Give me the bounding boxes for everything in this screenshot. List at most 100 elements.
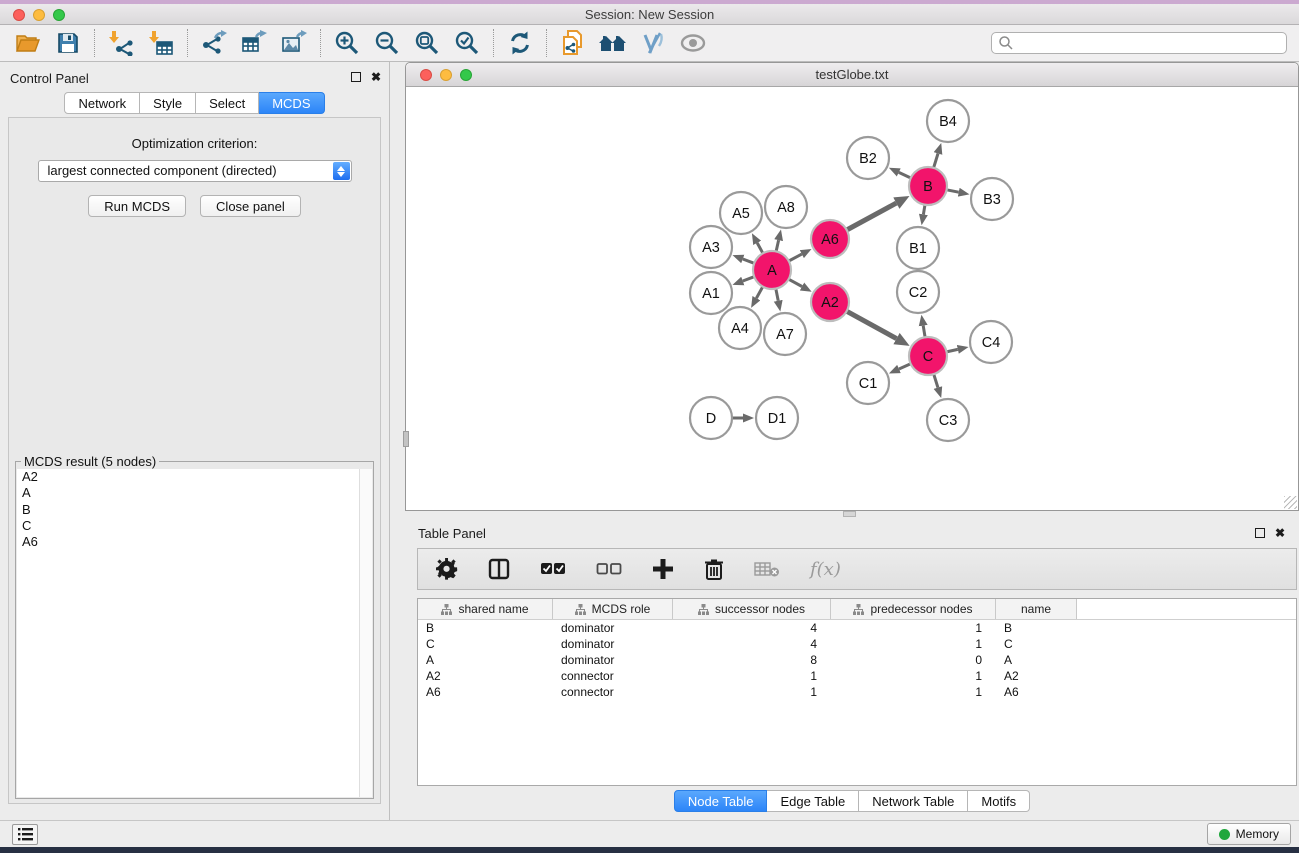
table-cell[interactable]: B [418, 621, 553, 635]
table-cell[interactable]: C [996, 637, 1077, 651]
network-canvas[interactable]: ABCA2A6A1A3A4A5A7A8B1B2B3B4C1C2C3C4DD1 [406, 87, 1298, 510]
mcds-result-item[interactable]: A6 [17, 534, 372, 550]
graph-edge-A-A8[interactable] [776, 240, 779, 251]
graph-node-B4[interactable]: B4 [927, 100, 969, 142]
table-row[interactable]: Adominator80A [418, 652, 1296, 668]
graph-node-A[interactable]: A [753, 251, 791, 289]
table-cell[interactable]: dominator [553, 637, 673, 651]
node-table[interactable]: shared nameMCDS rolesuccessor nodesprede… [417, 598, 1297, 786]
graph-edge-C-C4[interactable] [947, 349, 958, 352]
graph-node-B2[interactable]: B2 [847, 137, 889, 179]
split-view-icon[interactable] [488, 558, 510, 580]
memory-button[interactable]: Memory [1207, 823, 1291, 845]
column-header-MCDS-role[interactable]: MCDS role [553, 599, 673, 619]
resize-grip-icon[interactable] [1284, 496, 1297, 509]
settings-gear-icon[interactable] [436, 558, 458, 580]
graph-node-A4[interactable]: A4 [719, 307, 761, 349]
export-network-icon[interactable] [194, 27, 234, 59]
table-cell[interactable]: B [996, 621, 1077, 635]
mcds-result-item[interactable]: B [17, 502, 372, 518]
table-cell[interactable]: 8 [673, 653, 831, 667]
float-panel-icon[interactable] [351, 72, 361, 82]
graph-node-C4[interactable]: C4 [970, 321, 1012, 363]
graph-edge-B-B2[interactable] [899, 172, 911, 178]
table-cell[interactable]: 4 [673, 637, 831, 651]
splitter-grip[interactable] [403, 431, 409, 447]
search-box[interactable] [991, 32, 1287, 54]
graph-edge-C-C2[interactable] [923, 326, 925, 338]
minimize-window-button[interactable] [33, 9, 45, 21]
graph-edge-A-A4[interactable] [756, 287, 762, 299]
table-row[interactable]: Bdominator41B [418, 620, 1296, 636]
graph-node-C[interactable]: C [909, 337, 947, 375]
graph-edge-B-B1[interactable] [923, 205, 925, 215]
table-row[interactable]: Cdominator41C [418, 636, 1296, 652]
home-icon[interactable] [593, 27, 633, 59]
duplicate-network-icon[interactable] [553, 27, 593, 59]
graph-edge-B-B3[interactable] [947, 190, 959, 192]
graph-node-A3[interactable]: A3 [690, 226, 732, 268]
table-cell[interactable]: A6 [418, 685, 553, 699]
graph-edge-C-C3[interactable] [934, 374, 938, 387]
close-panel-icon[interactable]: ✖ [371, 72, 381, 82]
import-table-icon[interactable] [141, 27, 181, 59]
column-header-name[interactable]: name [996, 599, 1077, 619]
table-cell[interactable]: 1 [673, 669, 831, 683]
table-cell[interactable]: dominator [553, 621, 673, 635]
table-tab-motifs[interactable]: Motifs [968, 790, 1030, 812]
close-window-button[interactable] [13, 9, 25, 21]
run-mcds-button[interactable]: Run MCDS [88, 195, 186, 217]
graph-node-A8[interactable]: A8 [765, 186, 807, 228]
column-header-shared-name[interactable]: shared name [418, 599, 553, 619]
column-header-successor-nodes[interactable]: successor nodes [673, 599, 831, 619]
graph-node-B1[interactable]: B1 [897, 227, 939, 269]
tab-select[interactable]: Select [196, 92, 259, 114]
close-table-panel-icon[interactable]: ✖ [1275, 528, 1285, 538]
graph-node-B[interactable]: B [909, 167, 947, 205]
zoom-in-icon[interactable] [327, 27, 367, 59]
graph-edge-A-A6[interactable] [789, 254, 802, 261]
table-cell[interactable]: A6 [996, 685, 1077, 699]
graph-node-B3[interactable]: B3 [971, 178, 1013, 220]
table-cell[interactable]: 0 [831, 653, 996, 667]
criterion-dropdown[interactable]: largest connected component (directed) [38, 160, 352, 182]
table-tab-node-table[interactable]: Node Table [674, 790, 768, 812]
task-history-button[interactable] [12, 824, 38, 845]
table-cell[interactable]: A2 [418, 669, 553, 683]
table-row[interactable]: A2connector11A2 [418, 668, 1296, 684]
table-cell[interactable]: 1 [831, 669, 996, 683]
table-cell[interactable]: dominator [553, 653, 673, 667]
graph-node-A6[interactable]: A6 [811, 220, 849, 258]
delete-column-icon[interactable] [704, 558, 724, 580]
refresh-icon[interactable] [500, 27, 540, 59]
column-header-predecessor-nodes[interactable]: predecessor nodes [831, 599, 996, 619]
graph-node-D1[interactable]: D1 [756, 397, 798, 439]
mcds-result-list[interactable]: A2ABCA6 [17, 469, 372, 797]
table-tab-edge-table[interactable]: Edge Table [767, 790, 859, 812]
table-tab-network-table[interactable]: Network Table [859, 790, 968, 812]
table-cell[interactable]: C [418, 637, 553, 651]
zoom-fit-icon[interactable] [407, 27, 447, 59]
graph-edge-A2-C[interactable] [847, 311, 897, 338]
graph-edge-C-C1[interactable] [899, 364, 911, 369]
tab-network[interactable]: Network [64, 92, 140, 114]
zoom-out-icon[interactable] [367, 27, 407, 59]
save-session-icon[interactable] [48, 27, 88, 59]
tab-mcds[interactable]: MCDS [259, 92, 324, 114]
export-table-icon[interactable] [234, 27, 274, 59]
graph-edge-A-A1[interactable] [743, 277, 754, 281]
table-row[interactable]: A6connector11A6 [418, 684, 1296, 700]
deselect-all-columns-icon[interactable] [596, 561, 622, 577]
hide-details-icon[interactable] [633, 27, 673, 59]
export-image-icon[interactable] [274, 27, 314, 59]
add-column-icon[interactable] [652, 558, 674, 580]
scrollbar[interactable] [359, 469, 372, 797]
table-cell[interactable]: 1 [831, 637, 996, 651]
zoom-network-window-button[interactable] [460, 69, 472, 81]
graph-edge-A6-B[interactable] [847, 203, 897, 230]
table-cell[interactable]: 4 [673, 621, 831, 635]
graph-node-C1[interactable]: C1 [847, 362, 889, 404]
graph-node-A7[interactable]: A7 [764, 313, 806, 355]
graph-edge-A-A5[interactable] [757, 243, 763, 253]
mcds-result-item[interactable]: A2 [17, 469, 372, 485]
